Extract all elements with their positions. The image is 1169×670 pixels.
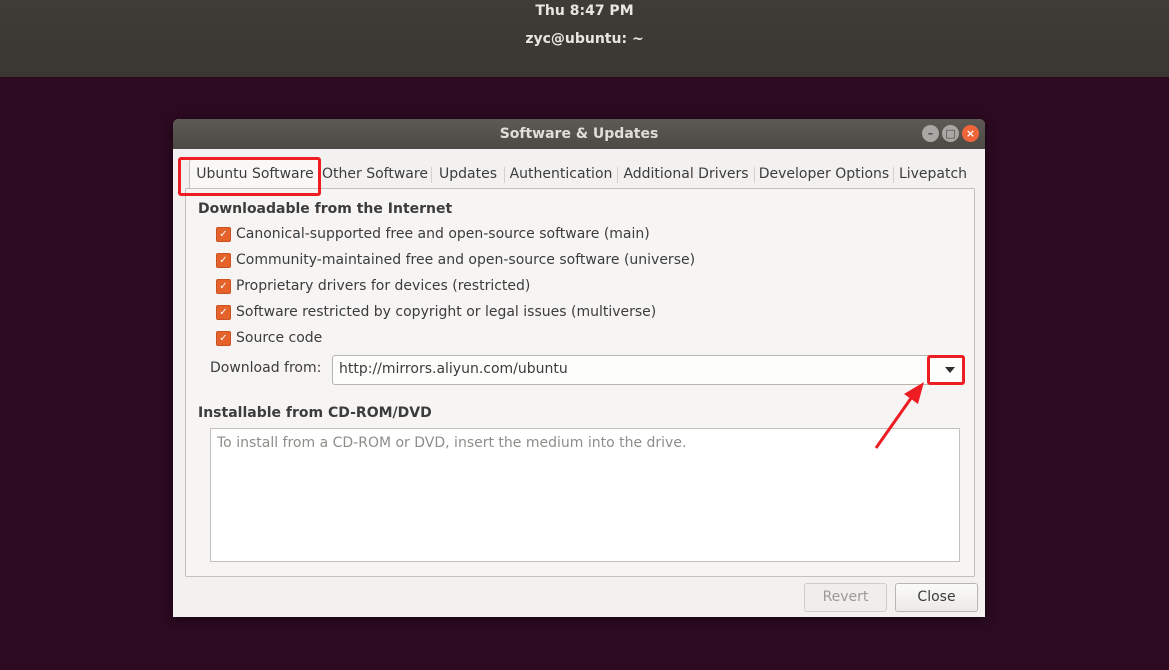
checkbox-label[interactable]: Source code xyxy=(236,328,322,348)
checkbox-checked-icon[interactable]: ✓ xyxy=(216,279,231,294)
checkbox-checked-icon[interactable]: ✓ xyxy=(216,227,231,242)
checkbox-checked-icon[interactable]: ✓ xyxy=(216,253,231,268)
checkbox-checked-icon[interactable]: ✓ xyxy=(216,331,231,346)
window-title: Software & Updates xyxy=(499,126,659,142)
tab-separator xyxy=(504,167,505,183)
ubuntu-software-panel: Downloadable from the Internet ✓ Canonic… xyxy=(185,188,975,577)
maximize-button[interactable]: □ xyxy=(942,125,959,142)
checkbox-label[interactable]: Proprietary drivers for devices (restric… xyxy=(236,276,530,296)
internet-section-title: Downloadable from the Internet xyxy=(198,201,453,217)
tab-updates[interactable]: Updates xyxy=(435,159,501,189)
close-button[interactable]: Close xyxy=(895,583,978,612)
highlight-box-tab xyxy=(178,157,321,196)
revert-button[interactable]: Revert xyxy=(804,583,887,612)
download-from-label: Download from: xyxy=(210,360,322,376)
tab-separator xyxy=(754,167,755,183)
window-titlebar[interactable]: Software & Updates – □ × xyxy=(173,119,985,149)
checkbox-label[interactable]: Community-maintained free and open-sourc… xyxy=(236,250,695,270)
tab-separator xyxy=(617,167,618,183)
cdrom-section-title: Installable from CD-ROM/DVD xyxy=(198,405,432,421)
tab-other-software[interactable]: Other Software xyxy=(321,159,429,189)
tab-separator xyxy=(431,167,432,183)
checkbox-checked-icon[interactable]: ✓ xyxy=(216,305,231,320)
annotation-arrow-icon xyxy=(874,382,924,449)
top-panel: Thu 8:47 PM zyc@ubuntu: ~ xyxy=(0,0,1169,77)
download-server-value: http://mirrors.aliyun.com/ubuntu xyxy=(339,361,568,377)
close-window-button[interactable]: × xyxy=(962,125,979,142)
minimize-button[interactable]: – xyxy=(922,125,939,142)
tab-livepatch[interactable]: Livepatch xyxy=(897,159,969,189)
checkbox-label[interactable]: Software restricted by copyright or lega… xyxy=(236,302,656,322)
tab-separator xyxy=(893,167,894,183)
tab-developer-options[interactable]: Developer Options xyxy=(758,159,890,189)
clock[interactable]: Thu 8:47 PM xyxy=(0,3,1169,19)
highlight-box-dropdown xyxy=(927,355,965,385)
tab-additional-drivers[interactable]: Additional Drivers xyxy=(621,159,751,189)
cdrom-placeholder: To install from a CD-ROM or DVD, insert … xyxy=(217,435,687,451)
terminal-window-title: zyc@ubuntu: ~ xyxy=(525,31,644,47)
tab-authentication[interactable]: Authentication xyxy=(508,159,614,189)
checkbox-label[interactable]: Canonical-supported free and open-source… xyxy=(236,224,650,244)
cdrom-list[interactable]: To install from a CD-ROM or DVD, insert … xyxy=(210,428,960,562)
